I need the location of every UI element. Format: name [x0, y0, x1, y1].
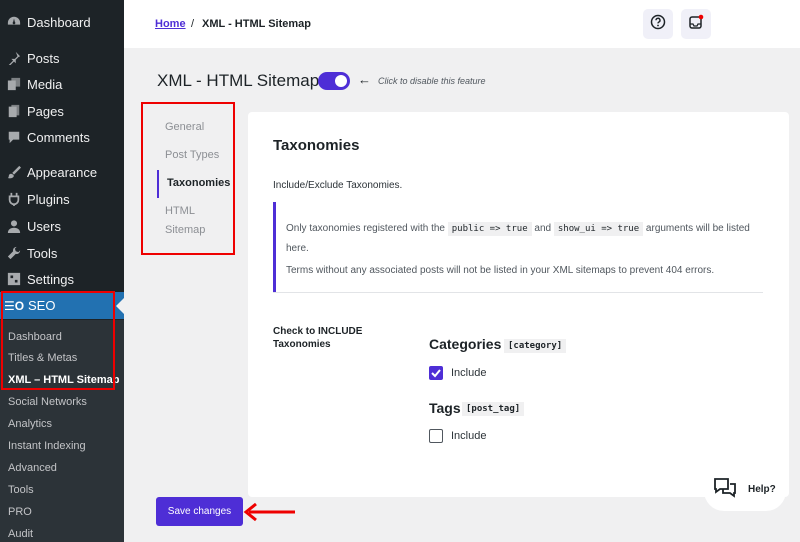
sidebar-item-label: Comments [27, 129, 90, 145]
sidebar-item-label: Appearance [27, 164, 98, 180]
taxonomy-slug-categories: [category] [504, 339, 567, 353]
sidebar-item-pages[interactable]: Pages [0, 98, 124, 124]
save-changes-button[interactable]: Save changes [156, 497, 243, 526]
include-categories-checkbox[interactable] [429, 366, 443, 380]
brush-icon [7, 165, 21, 179]
sidebar-item-label: Media [27, 76, 63, 92]
breadcrumb-home-link[interactable]: Home [155, 18, 186, 30]
submenu-item-pro[interactable]: PRO [8, 506, 32, 518]
help-label: Help? [748, 484, 776, 495]
arrow-left-icon: ← [358, 72, 371, 87]
question-icon [650, 14, 666, 35]
plugin-icon [7, 192, 21, 206]
taxonomies-panel: Taxonomies Include/Exclude Taxonomies. O… [248, 112, 789, 497]
comment-icon [7, 130, 21, 144]
settings-icon [7, 272, 21, 286]
submenu-item-social-networks[interactable]: Social Networks [8, 396, 87, 408]
code-show-ui-true: show_ui => true [553, 222, 644, 236]
taxonomy-name-tags: Tags [429, 400, 461, 416]
toggle-hint: Click to disable this feature [378, 76, 486, 86]
annotation-highlight-box [1, 291, 115, 390]
user-icon [7, 219, 21, 233]
info-notice: Only taxonomies registered with the publ… [273, 202, 766, 292]
feature-toggle[interactable] [318, 72, 350, 90]
sidebar-item-label: Users [27, 218, 61, 234]
taxonomy-name-categories: Categories [429, 336, 502, 352]
breadcrumb-current: XML - HTML Sitemap [202, 18, 311, 30]
active-tab-indicator [157, 170, 159, 198]
include-tags-checkbox[interactable] [429, 429, 443, 443]
wrench-icon [7, 246, 21, 260]
notice-warning-text: Terms without any associated posts will … [286, 265, 715, 276]
notifications-button[interactable] [681, 9, 711, 39]
submenu-item-audit[interactable]: Audit [8, 528, 33, 540]
sidebar-item-users[interactable]: Users [0, 213, 124, 239]
sidebar-item-media[interactable]: Media [0, 71, 124, 97]
panel-title: Taxonomies [273, 137, 360, 154]
annotation-arrow-icon [243, 502, 299, 527]
sidebar-item-dashboard[interactable]: Dashboard [0, 9, 124, 35]
admin-sidebar: Dashboard Posts Media Pages Comments App… [0, 0, 124, 542]
chat-bubbles-icon [713, 477, 737, 508]
taxonomy-slug-tags: [post_tag] [462, 402, 525, 416]
page-title: XML - HTML Sitemap [157, 71, 320, 90]
tab-html-sitemap[interactable]: HTML Sitemap [165, 202, 225, 240]
help-widget[interactable]: Help? [704, 471, 786, 511]
help-button[interactable] [643, 9, 673, 39]
notification-inbox-icon [688, 14, 704, 35]
sidebar-item-plugins[interactable]: Plugins [0, 186, 124, 212]
sidebar-item-label: Tools [27, 245, 58, 261]
sidebar-item-label: Pages [27, 103, 64, 119]
sidebar-item-label: Settings [27, 271, 74, 287]
sidebar-item-posts[interactable]: Posts [0, 45, 124, 71]
include-taxonomies-label: Check to INCLUDE Taxonomies [273, 326, 363, 350]
submenu-item-advanced[interactable]: Advanced [8, 462, 57, 474]
panel-description: Include/Exclude Taxonomies. [273, 180, 403, 191]
tab-post-types[interactable]: Post Types [165, 146, 219, 165]
submenu-item-instant-indexing[interactable]: Instant Indexing [8, 440, 86, 452]
dashboard-icon [7, 15, 21, 29]
sidebar-item-label: Dashboard [27, 14, 91, 30]
tab-general[interactable]: General [165, 118, 204, 137]
notice-text-part: and [534, 223, 552, 234]
tab-taxonomies[interactable]: Taxonomies [167, 174, 230, 193]
submenu-item-analytics[interactable]: Analytics [8, 418, 52, 430]
breadcrumb-separator: / [191, 18, 195, 30]
toggle-knob [335, 75, 347, 87]
sidebar-item-appearance[interactable]: Appearance [0, 159, 124, 185]
pin-icon [7, 51, 21, 65]
sidebar-item-settings[interactable]: Settings [0, 266, 124, 292]
settings-tabs: General Post Types Taxonomies HTML Sitem… [141, 102, 235, 255]
sidebar-item-label: Plugins [27, 191, 70, 207]
sidebar-item-label: Posts [27, 50, 60, 66]
submenu-item-tools[interactable]: Tools [8, 484, 34, 496]
sidebar-item-comments[interactable]: Comments [0, 124, 124, 150]
media-icon [7, 77, 21, 91]
divider [273, 292, 763, 293]
sidebar-item-tools[interactable]: Tools [0, 240, 124, 266]
notice-text-part: Only taxonomies registered with the [286, 223, 445, 234]
top-bar: Home / XML - HTML Sitemap [124, 0, 800, 48]
pages-icon [7, 104, 21, 118]
checkmark-icon [431, 369, 441, 378]
code-public-true: public => true [447, 222, 532, 236]
checkbox-label-tags: Include [451, 430, 487, 442]
active-menu-notch [116, 298, 124, 314]
checkbox-label-categories: Include [451, 367, 487, 379]
notice-text: Only taxonomies registered with the publ… [286, 219, 756, 258]
